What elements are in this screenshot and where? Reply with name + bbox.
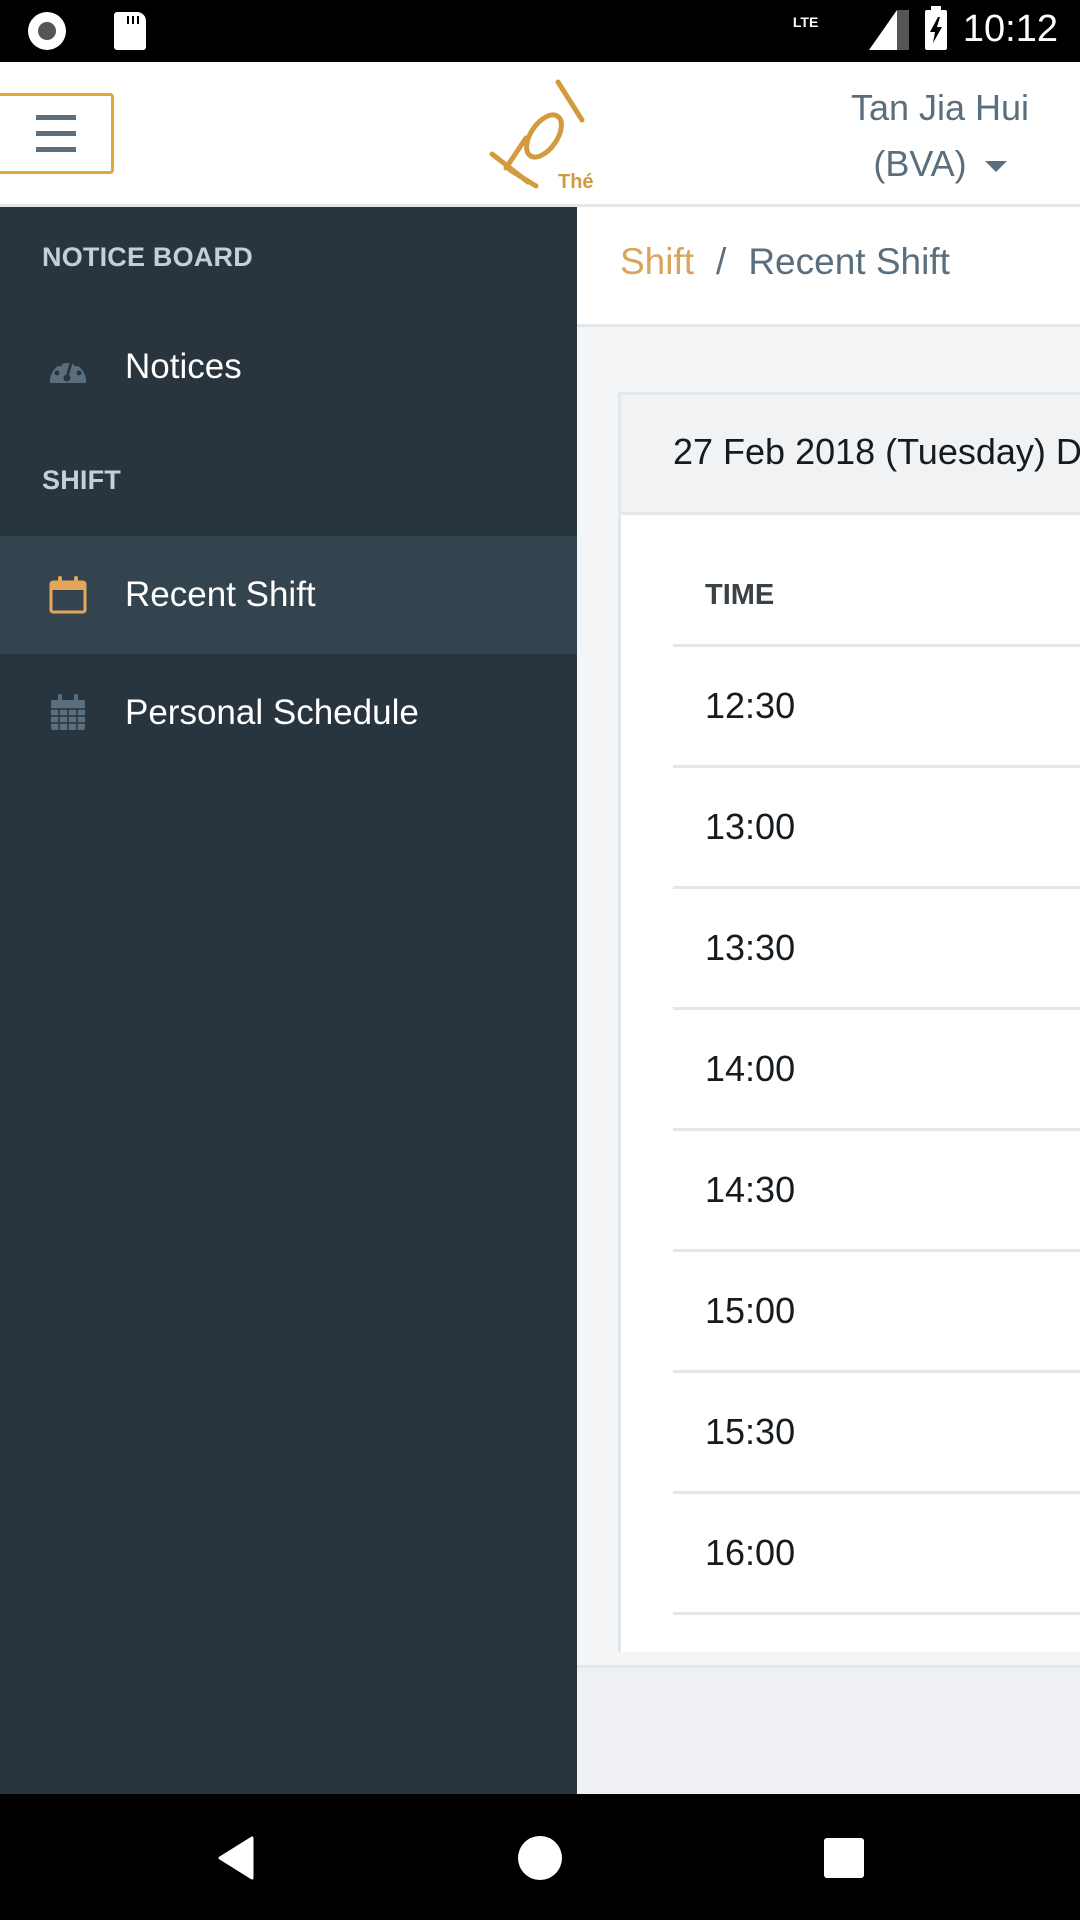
table-row: 12:30 <box>673 647 1080 768</box>
home-icon[interactable] <box>516 1834 564 1882</box>
status-bar: LTE 10:12 <box>0 0 1080 62</box>
user-name: Tan Jia Hui <box>850 87 1030 128</box>
time-cell: 12:30 <box>705 685 796 726</box>
app-header: Thé Tan Jia Hui (BVA) <box>0 62 1080 207</box>
android-nav-bar <box>0 1794 1080 1920</box>
hamburger-line <box>35 147 76 152</box>
caret-down-icon <box>984 160 1007 172</box>
table-row: 15:30 <box>673 1373 1080 1494</box>
time-cell: 16:00 <box>705 1532 796 1573</box>
record-icon <box>28 12 66 50</box>
time-cell: 14:30 <box>705 1169 796 1210</box>
shift-table: TIME 12:30 13:00 13:30 14:00 14:30 15:00… <box>673 515 1080 1615</box>
menu-toggle-button[interactable] <box>0 93 114 174</box>
breadcrumb-bar: Shift / Recent Shift <box>577 207 1080 327</box>
card-header: 27 Feb 2018 (Tuesday) D <box>621 395 1080 515</box>
column-header-time: TIME <box>705 579 775 611</box>
sidebar-item-label: Personal Schedule <box>125 693 419 732</box>
time-cell: 15:00 <box>705 1290 796 1331</box>
user-branch: (BVA) <box>873 143 967 184</box>
time-cell: 14:00 <box>705 1048 796 1089</box>
sidebar: NOTICE BOARD Notices SHIFT Recent Shift <box>0 207 577 1794</box>
dashboard-gauge-icon <box>50 357 86 383</box>
calendar-grid-icon <box>51 694 85 730</box>
hamburger-icon <box>35 115 76 120</box>
table-row: 14:00 <box>673 1010 1080 1131</box>
table-row: 13:00 <box>673 768 1080 889</box>
recents-icon[interactable] <box>820 1834 868 1882</box>
sidebar-item-recent-shift[interactable]: Recent Shift <box>0 536 577 654</box>
hamburger-line <box>35 131 76 136</box>
sidebar-section-shift: SHIFT <box>42 465 121 495</box>
time-cell: 13:30 <box>705 927 796 968</box>
shift-card: 27 Feb 2018 (Tuesday) D TIME 12:30 13:00… <box>618 392 1080 1652</box>
breadcrumb: Shift / Recent Shift <box>620 241 950 283</box>
breadcrumb-separator: / <box>716 241 727 282</box>
battery-charging-icon <box>924 5 947 50</box>
user-dropdown[interactable]: Tan Jia Hui (BVA) <box>820 80 1060 192</box>
network-type: LTE <box>792 13 819 30</box>
calendar-icon <box>49 576 87 614</box>
logo-subtext: Thé <box>558 171 594 193</box>
time-cell: 15:30 <box>705 1411 796 1452</box>
table-row: 13:30 <box>673 889 1080 1010</box>
table-row: 15:00 <box>673 1252 1080 1373</box>
card-header-date: 27 Feb 2018 (Tuesday) D <box>673 431 1080 472</box>
sidebar-item-label: Notices <box>125 347 242 386</box>
table-row: 14:30 <box>673 1131 1080 1252</box>
breadcrumb-current: Recent Shift <box>748 241 950 282</box>
page-footer <box>577 1665 1080 1794</box>
user-branch-line: (BVA) <box>820 136 1060 192</box>
lte-signal-icon: LTE <box>793 9 909 50</box>
sidebar-item-label: Recent Shift <box>125 575 316 614</box>
sidebar-item-notices[interactable]: Notices <box>0 308 577 426</box>
back-icon[interactable] <box>212 1834 260 1882</box>
table-header: TIME <box>673 515 1080 647</box>
koi-logo-icon: Thé <box>489 79 594 193</box>
sidebar-section-notice-board: NOTICE BOARD <box>42 242 253 272</box>
table-row: 16:00 <box>673 1494 1080 1615</box>
sd-card-icon <box>114 12 146 50</box>
breadcrumb-link-shift[interactable]: Shift <box>620 241 694 282</box>
clock: 10:12 <box>962 8 1058 50</box>
sidebar-item-personal-schedule[interactable]: Personal Schedule <box>0 654 577 772</box>
time-cell: 13:00 <box>705 806 796 847</box>
koi-logo[interactable]: Thé <box>486 76 606 196</box>
